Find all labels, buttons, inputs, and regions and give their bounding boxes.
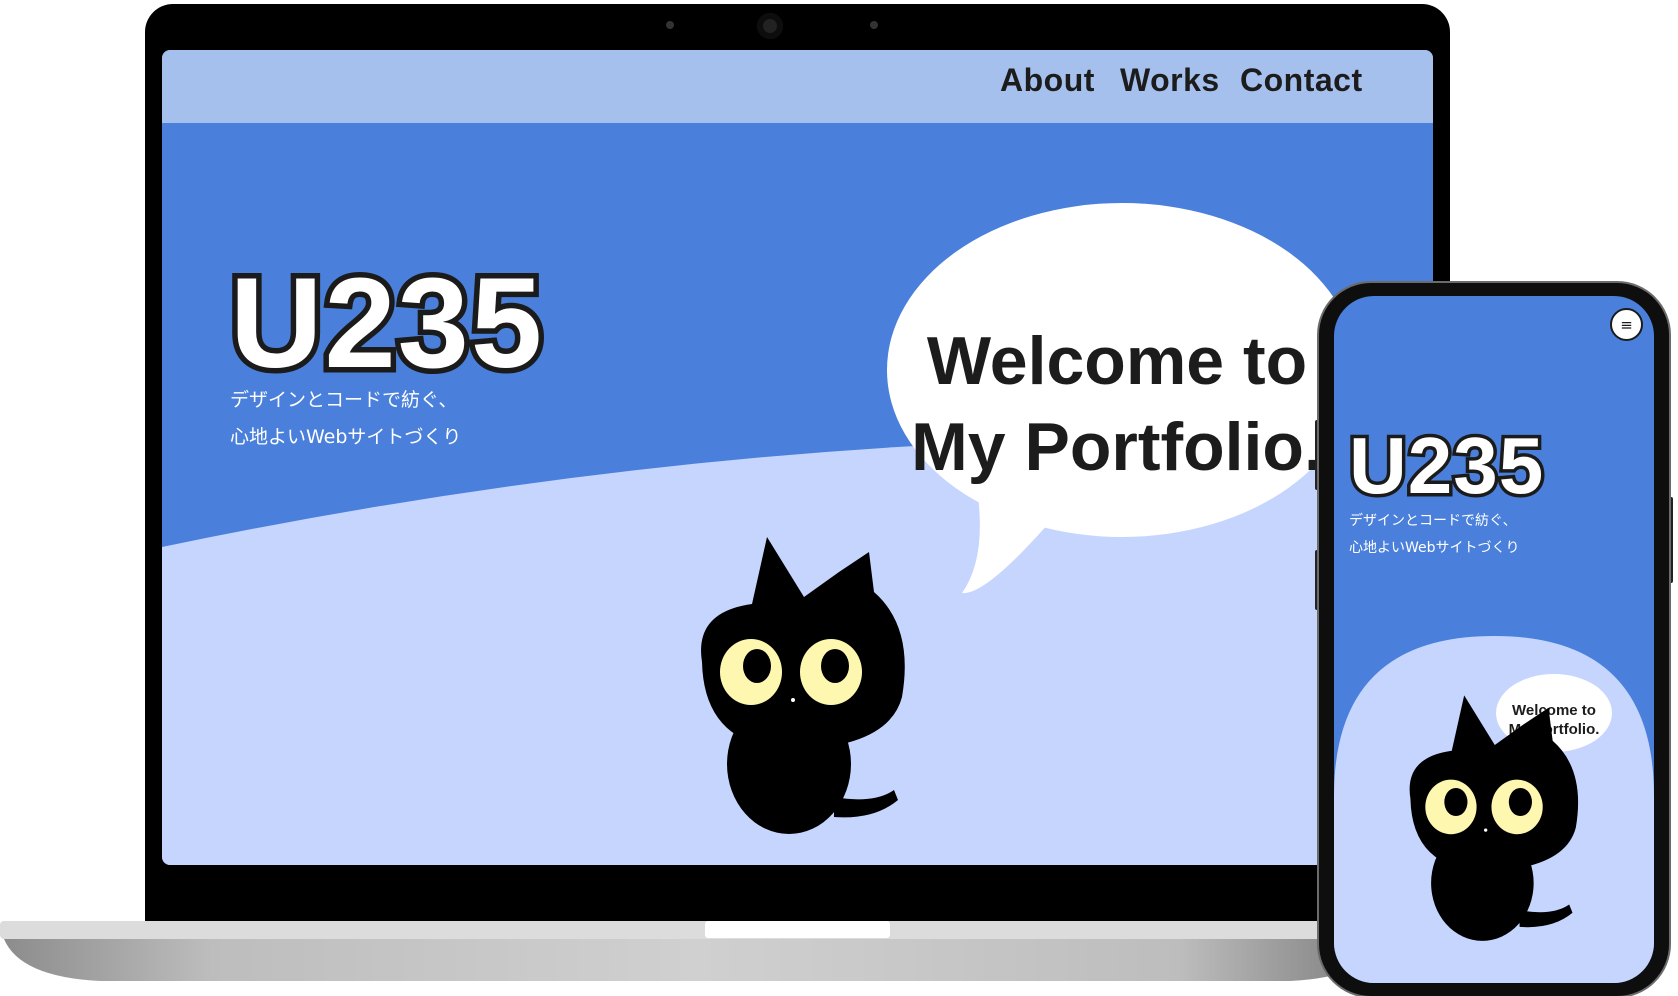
site-logo: U235 (225, 247, 548, 401)
welcome-line-1: Welcome to (926, 323, 1308, 399)
tagline-line-2: 心地よいWebサイトづくり (230, 426, 462, 448)
welcome-speech-text: Welcome to My Portfolio. (852, 318, 1382, 490)
webcam-icon (757, 13, 783, 39)
device-mockup: About Works Contact U235 デザインとコードで紡ぐ、 心地… (0, 0, 1678, 996)
desktop-site-screen: About Works Contact U235 デザインとコードで紡ぐ、 心地… (162, 50, 1433, 865)
mobile-site-screen: ≡ U235 デザインとコードで紡ぐ、 心地よいWebサイトづくり Welcom… (1334, 296, 1654, 983)
hamburger-menu-icon[interactable]: ≡ (1610, 308, 1643, 341)
tagline-line-1: デザインとコードで紡ぐ、 (230, 389, 458, 411)
hero-tagline: デザインとコードで紡ぐ、 心地よいWebサイトづくり (230, 382, 461, 456)
camera-sensor-right (870, 21, 878, 29)
mobile-black-cat-mascot-icon (1409, 695, 1579, 941)
mobile-tagline-line-1: デザインとコードで紡ぐ、 (1349, 513, 1517, 529)
nav-about-link[interactable]: About (1000, 62, 1095, 99)
laptop-base (0, 921, 1390, 981)
nav-works-link[interactable]: Works (1120, 62, 1220, 99)
mobile-hero-tagline: デザインとコードで紡ぐ、 心地よいWebサイトづくり (1349, 508, 1520, 562)
black-cat-mascot-icon (701, 537, 905, 834)
mobile-tagline-line-2: 心地よいWebサイトづくり (1349, 540, 1520, 556)
welcome-line-2: My Portfolio. (911, 409, 1323, 485)
site-header: About Works Contact (162, 50, 1433, 123)
mobile-site-logo: U235 (1345, 418, 1546, 514)
nav-contact-link[interactable]: Contact (1240, 62, 1363, 99)
camera-sensor-left (666, 21, 674, 29)
